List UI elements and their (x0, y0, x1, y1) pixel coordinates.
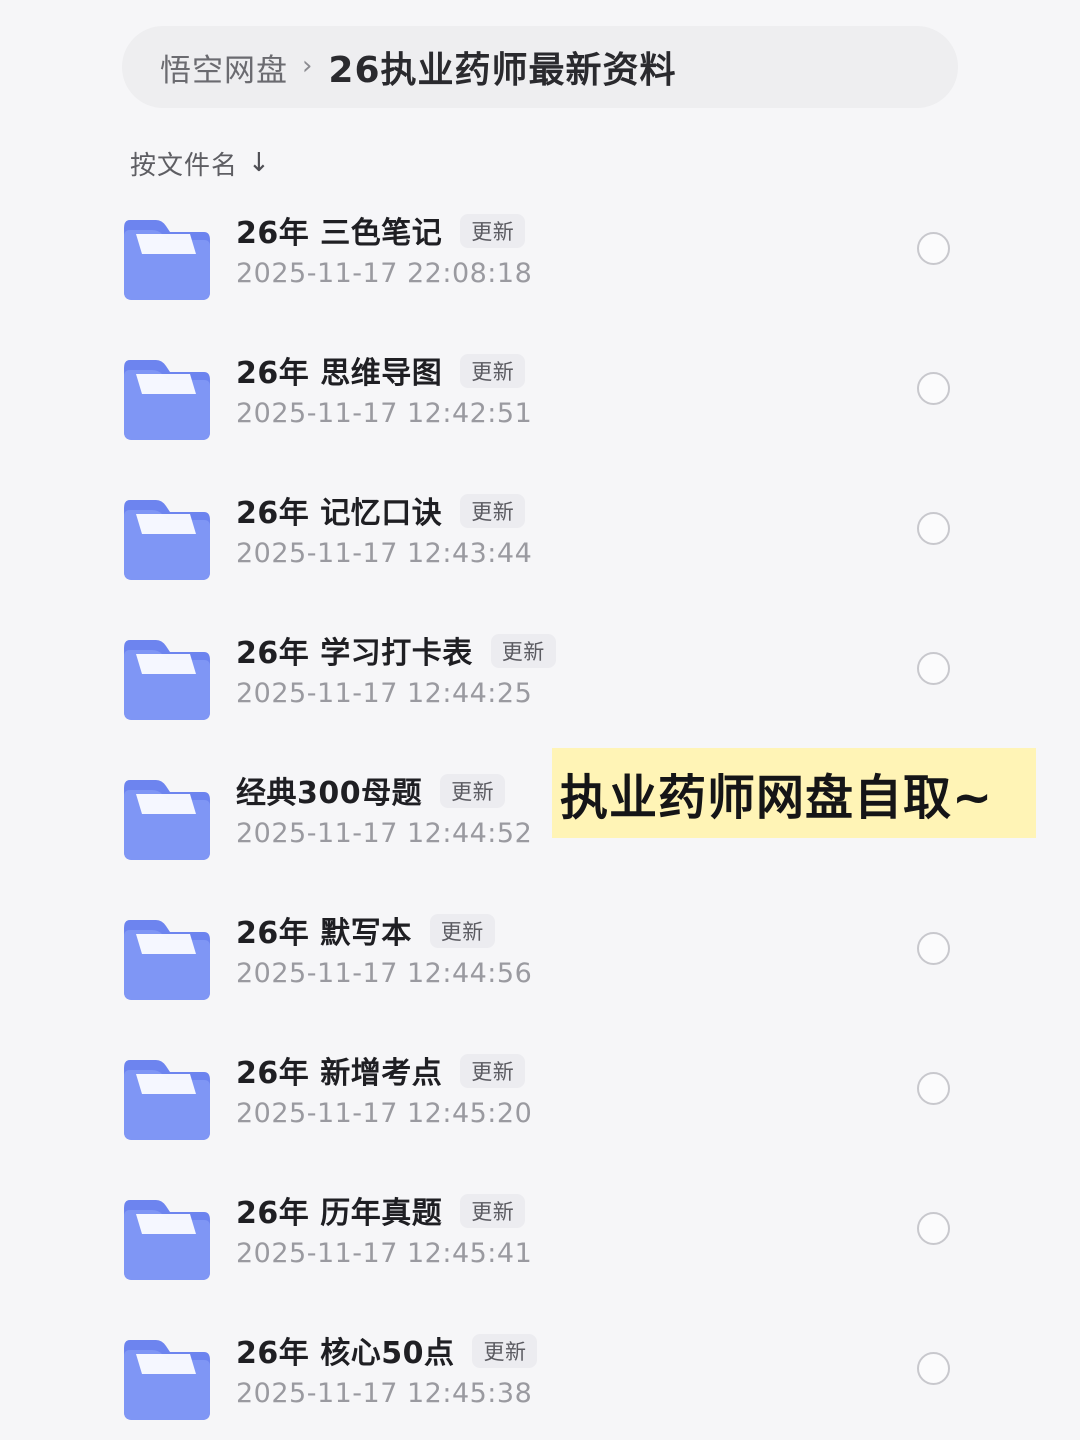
list-item[interactable]: 26年 三色笔记 更新 2025-11-17 22:08:18 (0, 200, 1080, 340)
sort-by-name-button[interactable]: 按文件名 ↓ (130, 140, 271, 186)
folder-name: 经典300母题 更新 (236, 768, 506, 812)
modified-time: 2025-11-17 12:44:25 (236, 678, 533, 709)
radio-circle-icon[interactable] (917, 1212, 950, 1245)
folder-name: 26年 学习打卡表 更新 (236, 628, 556, 672)
folder-name-text: 26年 核心50点 (236, 1336, 455, 1371)
radio-circle-icon[interactable] (917, 1072, 950, 1105)
update-badge: 更新 (490, 634, 556, 668)
folder-name-text: 26年 默写本 (236, 916, 412, 951)
arrow-down-icon: ↓ (248, 148, 271, 178)
list-item[interactable]: 26年 核心50点 更新 2025-11-17 12:45:38 (0, 1320, 1080, 1440)
radio-circle-icon[interactable] (917, 932, 950, 965)
list-item[interactable]: 26年 记忆口诀 更新 2025-11-17 12:43:44 (0, 480, 1080, 620)
modified-time: 2025-11-17 12:44:52 (236, 818, 533, 849)
list-item[interactable]: 26年 学习打卡表 更新 2025-11-17 12:44:25 (0, 620, 1080, 760)
update-badge: 更新 (460, 354, 526, 388)
folder-name-text: 26年 思维导图 (236, 356, 443, 391)
folder-name: 26年 默写本 更新 (236, 908, 495, 952)
modified-time: 2025-11-17 12:45:41 (236, 1238, 533, 1269)
folder-name-text: 26年 记忆口诀 (236, 496, 443, 531)
folder-icon (122, 1336, 212, 1422)
update-badge: 更新 (460, 1054, 526, 1088)
update-badge: 更新 (460, 214, 526, 248)
breadcrumb-root-link[interactable]: 悟空网盘 (160, 45, 288, 90)
radio-circle-icon[interactable] (917, 232, 950, 265)
chevron-right-icon: › (302, 51, 313, 81)
list-item[interactable]: 26年 思维导图 更新 2025-11-17 12:42:51 (0, 340, 1080, 480)
folder-name: 26年 新增考点 更新 (236, 1048, 526, 1092)
file-browser-page: 悟空网盘 › 26执业药师最新资料 按文件名 ↓ 26年 三色笔记 更新 2025-… (0, 0, 1080, 1440)
folder-icon (122, 216, 212, 302)
update-badge: 更新 (460, 494, 526, 528)
radio-circle-icon[interactable] (917, 372, 950, 405)
radio-circle-icon[interactable] (917, 1352, 950, 1385)
folder-name-text: 26年 三色笔记 (236, 216, 443, 251)
modified-time: 2025-11-17 12:45:38 (236, 1378, 533, 1409)
radio-circle-icon[interactable] (917, 512, 950, 545)
update-badge: 更新 (460, 1194, 526, 1228)
modified-time: 2025-11-17 12:42:51 (236, 398, 533, 429)
folder-name-text: 经典300母题 (236, 776, 423, 811)
folder-name-text: 26年 历年真题 (236, 1196, 443, 1231)
folder-icon (122, 776, 212, 862)
modified-time: 2025-11-17 12:44:56 (236, 958, 533, 989)
folder-name-text: 26年 新增考点 (236, 1056, 443, 1091)
update-badge: 更新 (440, 774, 506, 808)
folder-icon (122, 356, 212, 442)
folder-name-text: 26年 学习打卡表 (236, 636, 473, 671)
folder-name: 26年 历年真题 更新 (236, 1188, 526, 1232)
modified-time: 2025-11-17 22:08:18 (236, 258, 533, 289)
modified-time: 2025-11-17 12:43:44 (236, 538, 533, 569)
folder-icon (122, 636, 212, 722)
radio-circle-icon[interactable] (917, 652, 950, 685)
promo-caption: 执业药师网盘自取~ (552, 748, 1036, 838)
folder-name: 26年 记忆口诀 更新 (236, 488, 526, 532)
breadcrumb-current-folder: 26执业药师最新资料 (328, 50, 677, 91)
list-item[interactable]: 26年 新增考点 更新 2025-11-17 12:45:20 (0, 1040, 1080, 1180)
sort-label: 按文件名 (130, 150, 239, 181)
list-item[interactable]: 26年 默写本 更新 2025-11-17 12:44:56 (0, 900, 1080, 1040)
update-badge: 更新 (429, 914, 495, 948)
modified-time: 2025-11-17 12:45:20 (236, 1098, 533, 1129)
folder-name: 26年 思维导图 更新 (236, 348, 526, 392)
update-badge: 更新 (472, 1334, 538, 1368)
list-item[interactable]: 26年 历年真题 更新 2025-11-17 12:45:41 (0, 1180, 1080, 1320)
folder-icon (122, 916, 212, 1002)
folder-icon (122, 496, 212, 582)
folder-icon (122, 1196, 212, 1282)
folder-icon (122, 1056, 212, 1142)
folder-name: 26年 核心50点 更新 (236, 1328, 538, 1372)
folder-name: 26年 三色笔记 更新 (236, 208, 526, 252)
breadcrumb: 悟空网盘 › 26执业药师最新资料 (122, 26, 958, 108)
